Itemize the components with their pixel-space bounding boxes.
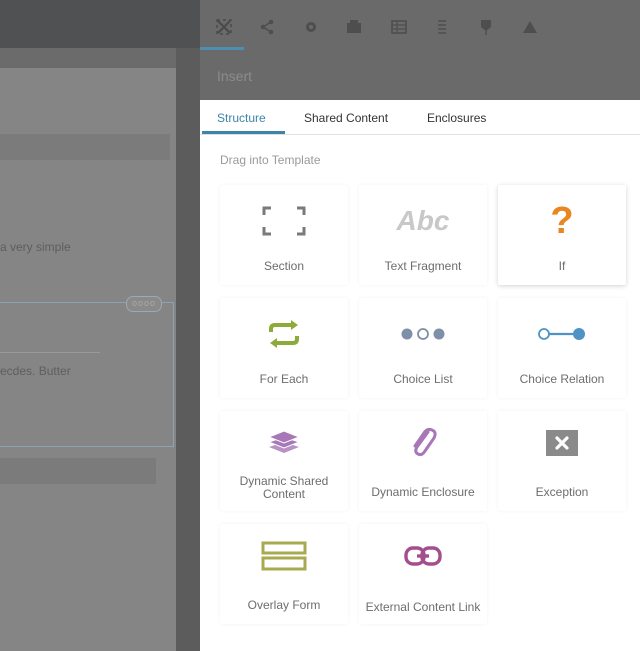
tile-choice-relation[interactable]: Choice Relation	[498, 298, 626, 398]
insert-panel: Structure Shared Content Enclosures Drag…	[200, 100, 640, 651]
text-fragment-icon: Abc	[396, 205, 450, 236]
tile-section[interactable]: Section	[220, 185, 348, 285]
choice-relation-icon	[538, 328, 585, 340]
tile-label: Text Fragment	[384, 259, 462, 273]
tile-label: External Content Link	[365, 600, 481, 614]
tile-for-each[interactable]: For Each	[220, 298, 348, 398]
pin-icon[interactable]	[475, 16, 497, 38]
document-text: a very simple	[0, 240, 71, 254]
tile-label: Choice List	[393, 372, 453, 386]
insert-title: Insert	[217, 68, 253, 84]
tile-dynamic-shared-content[interactable]: Dynamic Shared Content	[220, 411, 348, 511]
tile-choice-list[interactable]: Choice List	[359, 298, 487, 398]
tool-active-underline	[200, 47, 244, 50]
document-topbar	[0, 0, 200, 48]
document-drag-handle: oooo	[126, 296, 162, 312]
dynamic-shared-content-icon	[267, 430, 301, 453]
if-icon: ?	[550, 199, 574, 242]
tab-enclosures[interactable]: Enclosures	[427, 111, 486, 125]
tile-dynamic-enclosure[interactable]: Dynamic Enclosure	[359, 411, 487, 511]
tile-overlay-form[interactable]: Overlay Form	[220, 524, 348, 624]
settings-icon[interactable]	[300, 16, 322, 38]
tile-label: Overlay Form	[247, 598, 321, 612]
choice-list-icon	[401, 328, 445, 340]
insert-icon[interactable]	[213, 16, 235, 38]
tile-label: If	[558, 259, 566, 273]
tile-external-content-link[interactable]: External Content Link	[359, 524, 487, 624]
document-gutter	[176, 48, 200, 651]
panel-toolbar	[200, 0, 640, 52]
tile-label: Section	[263, 259, 305, 273]
warning-icon[interactable]	[519, 16, 541, 38]
tab-shared-content[interactable]: Shared Content	[304, 111, 388, 125]
drag-hint: Drag into Template	[220, 153, 321, 167]
insert-header: Insert	[200, 52, 640, 100]
list-icon[interactable]	[431, 16, 453, 38]
tile-label: Dynamic Enclosure	[371, 485, 475, 499]
share-icon[interactable]	[256, 16, 278, 38]
overlay-form-icon	[261, 541, 307, 571]
tab-bar: Structure Shared Content Enclosures	[200, 100, 640, 135]
tile-label: For Each	[259, 372, 309, 386]
tab-active-underline	[202, 131, 285, 134]
document-rule	[0, 352, 100, 353]
tile-label: Exception	[535, 485, 589, 499]
tile-exception[interactable]: Exception	[498, 411, 626, 511]
exception-icon	[546, 430, 578, 456]
tile-if[interactable]: ? If	[498, 185, 626, 285]
tab-structure[interactable]: Structure	[217, 111, 266, 125]
dynamic-enclosure-icon	[413, 427, 437, 457]
table-icon[interactable]	[388, 16, 410, 38]
tile-label: Dynamic Shared Content	[239, 474, 329, 501]
cube-icon[interactable]	[343, 16, 365, 38]
document-block	[0, 134, 170, 160]
document-text: ecdes. Butter	[0, 364, 71, 378]
section-icon	[262, 206, 306, 236]
tile-text-fragment[interactable]: Abc Text Fragment	[359, 185, 487, 285]
for-each-icon	[269, 320, 299, 348]
tile-label: Choice Relation	[519, 372, 605, 386]
document-block	[0, 458, 156, 484]
external-content-link-icon	[404, 546, 442, 566]
